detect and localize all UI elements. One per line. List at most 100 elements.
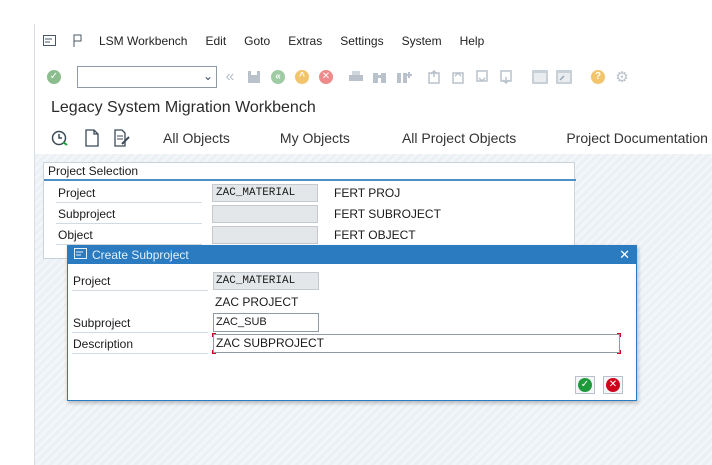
rewind-icon[interactable]: «: [221, 68, 239, 86]
required-marker: [617, 333, 621, 337]
create-subproject-dialog: Create Subproject ✕ Project ZAC_MATERIAL…: [67, 245, 637, 401]
print-icon[interactable]: [347, 68, 365, 86]
dialog-project-description: ZAC PROJECT: [215, 295, 299, 309]
menu-label: System: [401, 34, 442, 48]
page-down-icon: [476, 70, 488, 83]
gear-icon: ⚙: [615, 69, 629, 86]
group-title: Project Selection: [44, 163, 576, 181]
menu-bar: LSM Workbench Edit Goto Extras Settings …: [35, 24, 712, 58]
desktop-shortcut-icon: [556, 70, 572, 84]
object-field[interactable]: [212, 226, 318, 244]
continue-button[interactable]: ✓: [575, 376, 595, 394]
clock-execute-icon: [51, 130, 68, 146]
new-session-icon[interactable]: [531, 68, 549, 86]
previous-page-icon[interactable]: [449, 68, 467, 86]
dialog-project-label: Project: [72, 271, 208, 291]
object-row: Object FERT OBJECT: [56, 225, 566, 245]
menu-edit[interactable]: Edit: [205, 34, 226, 48]
command-field[interactable]: ⌄: [77, 66, 217, 88]
help-icon: ?: [591, 70, 605, 84]
menu-label: LSM Workbench: [99, 34, 188, 48]
dialog-project-field[interactable]: ZAC_MATERIAL: [213, 272, 319, 290]
menu-help[interactable]: Help: [460, 34, 485, 48]
find-next-icon[interactable]: [395, 68, 413, 86]
page-up-first-icon: [428, 70, 440, 84]
chevron-down-icon[interactable]: ⌄: [203, 69, 213, 83]
cancel-toolbar-button[interactable]: ✕: [317, 68, 335, 86]
menu-lsm-workbench[interactable]: LSM Workbench: [99, 34, 187, 48]
application-toolbar: All Objects My Objects All Project Objec…: [35, 122, 712, 154]
menu-label: Help: [459, 34, 485, 48]
binoculars-icon: [373, 73, 386, 83]
printer-icon: [349, 71, 363, 81]
my-objects-button[interactable]: My Objects: [280, 130, 350, 146]
window-menu-icon: [43, 35, 56, 46]
subproject-row: Subproject FERT SUBROJECT: [56, 204, 566, 224]
dialog-title: Create Subproject: [92, 248, 189, 262]
binoculars-plus-icon: [397, 72, 412, 83]
dialog-project-desc-row: ZAC PROJECT: [72, 292, 632, 312]
change-button[interactable]: [113, 129, 131, 147]
dialog-project-row: Project ZAC_MATERIAL: [72, 271, 632, 291]
menu-label: Edit: [205, 34, 227, 48]
menu-label: Settings: [340, 34, 384, 48]
execute-button[interactable]: [51, 129, 69, 147]
dialog-description-label: Description: [72, 334, 208, 354]
cancel-button[interactable]: ✕: [603, 376, 623, 394]
layout-icon: [73, 34, 82, 47]
subproject-description: FERT SUBROJECT: [334, 207, 441, 221]
floppy-icon: [248, 71, 260, 83]
layout-settings-button[interactable]: ⚙: [613, 68, 631, 86]
window-icon: [532, 70, 548, 84]
required-marker: [212, 350, 216, 354]
menu-goto[interactable]: Goto: [244, 34, 270, 48]
required-marker: [212, 333, 216, 337]
all-objects-button[interactable]: All Objects: [163, 130, 230, 146]
standard-toolbar: ✓ ⌄ « « ^ ✕ ? ⚙: [35, 58, 712, 96]
exit-button[interactable]: ^: [293, 68, 311, 86]
all-project-objects-button[interactable]: All Project Objects: [402, 130, 516, 146]
subproject-input[interactable]: ZAC_SUB: [213, 313, 319, 332]
find-icon[interactable]: [371, 68, 389, 86]
checkmark-icon: ✓: [578, 378, 592, 392]
menu-icon-exit[interactable]: [43, 35, 57, 47]
dialog-subproject-label: Subproject: [72, 313, 208, 333]
dialog-subproject-row: Subproject ZAC_SUB: [72, 313, 632, 333]
help-button[interactable]: ?: [589, 68, 607, 86]
enter-button[interactable]: ✓: [45, 68, 63, 86]
project-documentation-button[interactable]: Project Documentation: [566, 130, 708, 146]
window-menu-icon[interactable]: [74, 248, 88, 261]
menu-label: Extras: [288, 34, 323, 48]
cancel-icon: ✕: [319, 70, 333, 84]
last-page-icon[interactable]: [497, 68, 515, 86]
project-label: Project: [56, 183, 202, 203]
back-button[interactable]: «: [269, 68, 287, 86]
description-input[interactable]: ZAC SUBPROJECT: [213, 334, 620, 353]
new-document-icon: [85, 129, 99, 147]
subproject-field[interactable]: [212, 205, 318, 223]
create-button[interactable]: [83, 129, 101, 147]
project-row: Project ZAC_MATERIAL FERT PROJ: [56, 183, 566, 203]
save-icon[interactable]: [245, 68, 263, 86]
menu-settings[interactable]: Settings: [340, 34, 383, 48]
page-title: Legacy System Migration Workbench: [35, 96, 712, 122]
project-field[interactable]: ZAC_MATERIAL: [212, 184, 318, 202]
menu-label: Goto: [244, 34, 271, 48]
shortcut-icon[interactable]: [555, 68, 573, 86]
customize-icon[interactable]: [71, 34, 85, 48]
menu-system[interactable]: System: [402, 34, 442, 48]
first-page-icon[interactable]: [425, 68, 443, 86]
exit-icon: ^: [295, 70, 309, 84]
page-up-icon: [452, 71, 464, 84]
required-marker: [617, 350, 621, 354]
edit-document-icon: [114, 129, 130, 147]
project-description: FERT PROJ: [334, 186, 401, 200]
subproject-label: Subproject: [56, 204, 202, 224]
object-label: Object: [56, 225, 202, 245]
close-icon[interactable]: ✕: [619, 246, 630, 264]
object-description: FERT OBJECT: [334, 228, 416, 242]
next-page-icon[interactable]: [473, 68, 491, 86]
menu-extras[interactable]: Extras: [288, 34, 322, 48]
page-down-last-icon: [500, 70, 512, 84]
checkmark-icon: ✓: [47, 70, 61, 84]
